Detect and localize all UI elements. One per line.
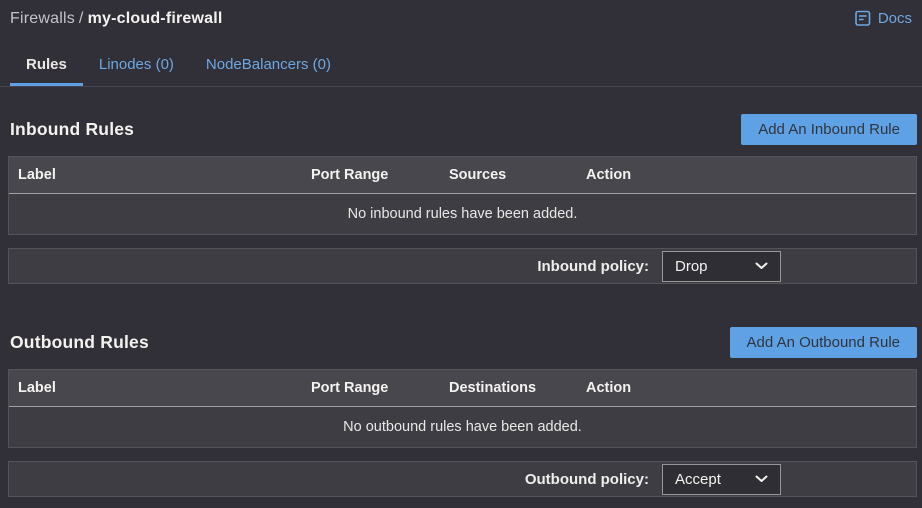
outbound-policy-select[interactable]: Accept bbox=[662, 464, 781, 495]
outbound-empty-message: No outbound rules have been added. bbox=[343, 419, 582, 435]
inbound-policy-label: Inbound policy: bbox=[537, 258, 649, 275]
inbound-empty-row: No inbound rules have been added. bbox=[9, 194, 916, 234]
tab-bar: Rules Linodes (0) NodeBalancers (0) bbox=[0, 50, 922, 87]
outbound-policy-row: Outbound policy: Accept bbox=[8, 461, 917, 497]
outbound-policy-value: Accept bbox=[675, 471, 721, 488]
inbound-table-header: Label Port Range Sources Action bbox=[9, 157, 916, 194]
add-inbound-rule-button[interactable]: Add An Inbound Rule bbox=[741, 114, 917, 145]
docs-icon bbox=[855, 10, 872, 27]
inbound-col-sources: Sources bbox=[440, 167, 577, 183]
inbound-section-header: Inbound Rules Add An Inbound Rule bbox=[10, 114, 917, 145]
breadcrumb-firewall-name: my-cloud-firewall bbox=[88, 10, 223, 27]
docs-label: Docs bbox=[878, 10, 912, 27]
outbound-col-destinations: Destinations bbox=[440, 380, 577, 396]
chevron-down-icon bbox=[755, 475, 768, 483]
inbound-policy-value: Drop bbox=[675, 258, 708, 275]
tab-nodebalancers[interactable]: NodeBalancers (0) bbox=[190, 50, 347, 86]
inbound-rules-table: Label Port Range Sources Action No inbou… bbox=[8, 156, 917, 235]
top-bar: Firewalls/my-cloud-firewall Docs bbox=[0, 0, 922, 28]
outbound-rules-table: Label Port Range Destinations Action No … bbox=[8, 369, 917, 448]
outbound-col-label: Label bbox=[9, 380, 302, 396]
tab-linodes[interactable]: Linodes (0) bbox=[83, 50, 190, 86]
inbound-col-port-range: Port Range bbox=[302, 167, 440, 183]
inbound-empty-message: No inbound rules have been added. bbox=[348, 206, 578, 222]
add-outbound-rule-button[interactable]: Add An Outbound Rule bbox=[730, 327, 917, 358]
inbound-col-label: Label bbox=[9, 167, 302, 183]
outbound-rules-title: Outbound Rules bbox=[10, 332, 149, 353]
tab-rules[interactable]: Rules bbox=[10, 50, 83, 86]
inbound-policy-select[interactable]: Drop bbox=[662, 251, 781, 282]
chevron-down-icon bbox=[755, 262, 768, 270]
breadcrumb: Firewalls/my-cloud-firewall bbox=[10, 10, 223, 28]
outbound-empty-row: No outbound rules have been added. bbox=[9, 407, 916, 447]
outbound-col-port-range: Port Range bbox=[302, 380, 440, 396]
inbound-col-action: Action bbox=[577, 167, 916, 183]
outbound-table-header: Label Port Range Destinations Action bbox=[9, 370, 916, 407]
breadcrumb-firewalls-link[interactable]: Firewalls bbox=[10, 10, 75, 27]
inbound-rules-title: Inbound Rules bbox=[10, 119, 134, 140]
outbound-policy-label: Outbound policy: bbox=[525, 471, 649, 488]
docs-link[interactable]: Docs bbox=[855, 10, 914, 27]
outbound-col-action: Action bbox=[577, 380, 916, 396]
breadcrumb-separator: / bbox=[75, 10, 88, 27]
outbound-section-header: Outbound Rules Add An Outbound Rule bbox=[10, 327, 917, 358]
inbound-policy-row: Inbound policy: Drop bbox=[8, 248, 917, 284]
